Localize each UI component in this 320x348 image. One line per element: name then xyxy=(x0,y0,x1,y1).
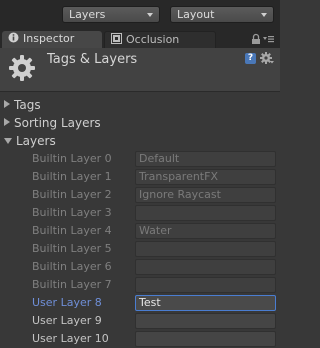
layer-name-field: TransparentFX xyxy=(135,169,276,185)
tags-foldout[interactable]: Tags xyxy=(4,97,41,113)
layer-row: Builtin Layer 3 xyxy=(0,204,280,222)
layer-row: Builtin Layer 0 Default xyxy=(0,150,280,168)
foldout-right-icon xyxy=(4,118,10,126)
layer-label: User Layer 9 xyxy=(32,314,102,327)
layer-label: Builtin Layer 1 xyxy=(32,170,112,183)
gear-icon xyxy=(9,55,35,81)
layer-name-field xyxy=(135,277,276,293)
foldout-down-icon xyxy=(4,138,12,144)
inspector-panel: Tags & Layers ? Tags Sorting Layers Laye xyxy=(0,48,280,348)
tab-bar: Inspector Occlusion xyxy=(0,29,280,48)
layout-dropdown[interactable]: Layout xyxy=(170,6,274,23)
layer-label: Builtin Layer 6 xyxy=(32,260,112,273)
layer-row: User Layer 8 Test xyxy=(0,294,280,312)
layer-row: Builtin Layer 2 Ignore Raycast xyxy=(0,186,280,204)
tab-actions xyxy=(252,33,274,45)
foldout-right-icon xyxy=(4,100,10,108)
layer-label: Builtin Layer 0 xyxy=(32,152,112,165)
layer-name-field xyxy=(135,205,276,221)
unity-editor-window: Layers Layout Inspector Occlusion Tags &… xyxy=(0,0,280,348)
page-title: Tags & Layers xyxy=(47,52,138,67)
info-icon xyxy=(8,32,19,43)
layer-name-field xyxy=(135,259,276,275)
top-toolbar: Layers Layout xyxy=(0,0,280,29)
layer-name-field: Ignore Raycast xyxy=(135,187,276,203)
occlusion-icon xyxy=(111,33,122,44)
layer-row: Builtin Layer 5 xyxy=(0,240,280,258)
layer-name-field[interactable]: Test xyxy=(135,295,276,311)
layer-row: Builtin Layer 6 xyxy=(0,258,280,276)
sorting-layers-foldout[interactable]: Sorting Layers xyxy=(4,115,101,131)
layer-row: User Layer 9 xyxy=(0,312,280,330)
lock-icon[interactable] xyxy=(252,33,260,45)
layers-label: Layers xyxy=(16,134,56,148)
layer-label: Builtin Layer 5 xyxy=(32,242,112,255)
chevron-down-icon xyxy=(147,13,153,17)
layer-row: Builtin Layer 7 xyxy=(0,276,280,294)
menu-icon[interactable] xyxy=(263,36,274,43)
layer-label: User Layer 8 xyxy=(32,296,102,309)
inspector-header: Tags & Layers ? xyxy=(0,48,280,92)
tab-inspector-label: Inspector xyxy=(23,32,75,45)
layer-row: User Layer 10 xyxy=(0,330,280,348)
layer-name-field[interactable] xyxy=(135,331,276,347)
layer-label: User Layer 10 xyxy=(32,332,109,345)
layer-label: Builtin Layer 4 xyxy=(32,224,112,237)
tab-inspector[interactable]: Inspector xyxy=(2,31,102,48)
layer-row: Builtin Layer 1 TransparentFX xyxy=(0,168,280,186)
layers-foldout[interactable]: Layers xyxy=(4,133,56,149)
layer-name-field: Water xyxy=(135,223,276,239)
layer-label: Builtin Layer 2 xyxy=(32,188,112,201)
chevron-down-icon xyxy=(261,13,267,17)
layer-row: Builtin Layer 4 Water xyxy=(0,222,280,240)
layers-dropdown[interactable]: Layers xyxy=(62,6,160,23)
layers-dropdown-label: Layers xyxy=(69,8,106,21)
layer-label: Builtin Layer 7 xyxy=(32,278,112,291)
layout-dropdown-label: Layout xyxy=(177,8,215,21)
layer-name-field: Default xyxy=(135,151,276,167)
tab-occlusion-label: Occlusion xyxy=(126,33,180,46)
sorting-layers-label: Sorting Layers xyxy=(14,116,101,130)
tags-label: Tags xyxy=(14,98,41,112)
layer-label: Builtin Layer 3 xyxy=(32,206,112,219)
tab-occlusion[interactable]: Occlusion xyxy=(104,31,216,48)
layer-name-field xyxy=(135,241,276,257)
layer-name-field[interactable] xyxy=(135,313,276,329)
help-icon[interactable]: ? xyxy=(245,53,256,64)
settings-gear-icon[interactable] xyxy=(260,52,274,66)
